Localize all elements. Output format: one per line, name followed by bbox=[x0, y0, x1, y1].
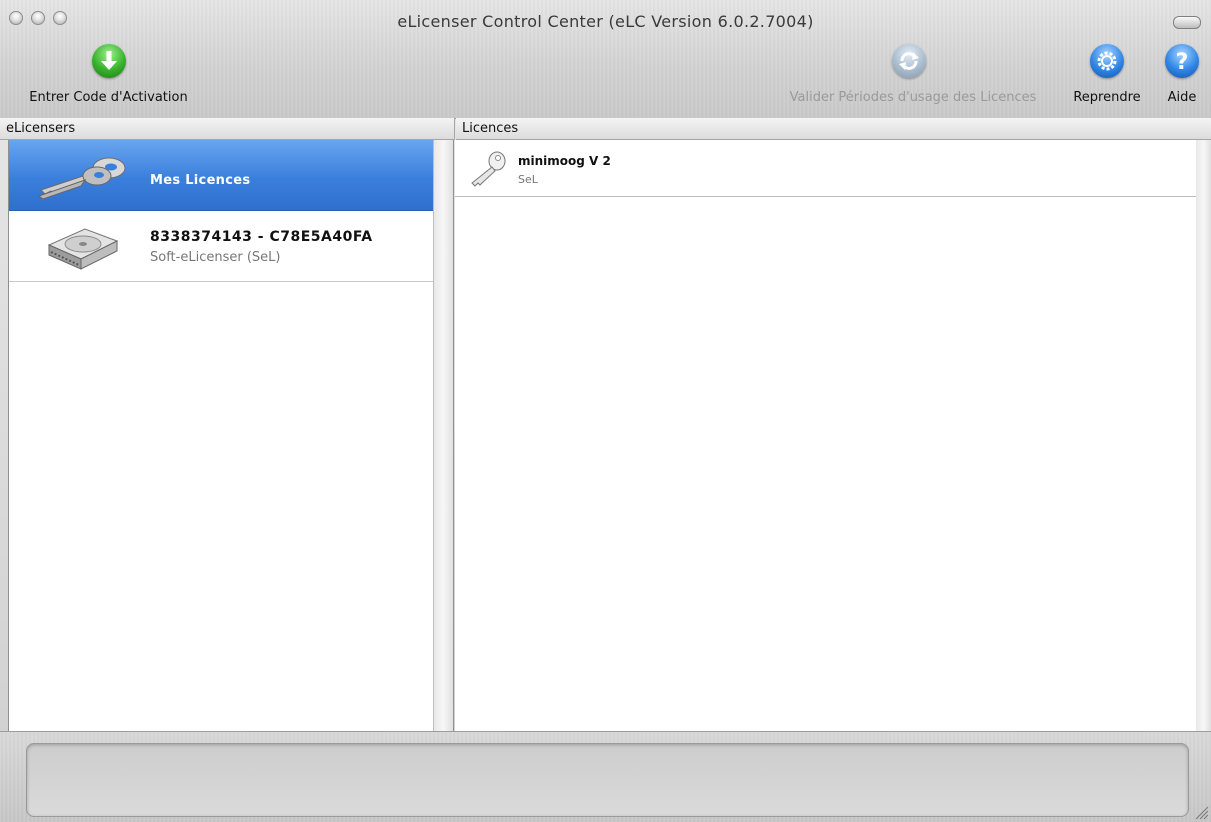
enter-activation-code-label: Entrer Code d'Activation bbox=[29, 90, 188, 105]
aide-button[interactable]: ? Aide bbox=[1159, 44, 1205, 105]
download-arrow-icon bbox=[91, 44, 126, 78]
resize-grip-icon[interactable] bbox=[1193, 804, 1209, 820]
gear-icon bbox=[1090, 44, 1124, 78]
hard-drive-icon bbox=[47, 228, 119, 270]
elicenser-title: 8338374143 - C78E5A40FA bbox=[150, 229, 373, 245]
svg-text:?: ? bbox=[1176, 50, 1189, 75]
reprendre-label: Reprendre bbox=[1073, 90, 1141, 105]
licence-name: minimoog V 2 bbox=[518, 154, 611, 168]
app-window: eLicenser Control Center (eLC Version 6.… bbox=[0, 0, 1211, 822]
licences-header: Licences bbox=[456, 118, 1211, 140]
status-area bbox=[0, 731, 1211, 822]
licence-row[interactable]: minimoog V 2 SeL bbox=[455, 140, 1196, 197]
status-box bbox=[26, 743, 1189, 817]
licence-sub: SeL bbox=[518, 173, 538, 186]
licences-scrollbar[interactable] bbox=[1196, 140, 1211, 731]
elicensers-list: Mes Licences 8338374143 - C78E5A40FA Sof… bbox=[8, 140, 434, 731]
validate-periods-label: Valider Périodes d'usage des Licences bbox=[789, 90, 1037, 105]
licences-list: minimoog V 2 SeL bbox=[455, 140, 1197, 731]
keys-icon bbox=[37, 157, 126, 200]
elicenser-title: Mes Licences bbox=[150, 173, 251, 188]
aide-label: Aide bbox=[1167, 90, 1197, 105]
toolbar-toggle-button[interactable] bbox=[1173, 16, 1201, 29]
elicenser-subtitle: Soft-eLicenser (SeL) bbox=[150, 250, 281, 265]
window-title: eLicenser Control Center (eLC Version 6.… bbox=[397, 12, 814, 31]
help-icon: ? bbox=[1165, 44, 1199, 78]
reprendre-button[interactable]: Reprendre bbox=[1067, 44, 1147, 105]
elicensers-scrollbar[interactable] bbox=[433, 140, 454, 731]
toolbar: eLicenser Control Center (eLC Version 6.… bbox=[0, 0, 1211, 119]
refresh-icon bbox=[892, 44, 926, 78]
enter-activation-code-button[interactable]: Entrer Code d'Activation bbox=[16, 44, 201, 105]
key-icon bbox=[471, 151, 506, 187]
validate-periods-button[interactable]: Valider Périodes d'usage des Licences bbox=[766, 44, 1060, 105]
elicenser-row-mes-licences[interactable]: Mes Licences bbox=[9, 140, 434, 211]
elicenser-row-sel[interactable]: 8338374143 - C78E5A40FA Soft-eLicenser (… bbox=[9, 211, 434, 282]
elicensers-header: eLicensers bbox=[0, 118, 455, 140]
